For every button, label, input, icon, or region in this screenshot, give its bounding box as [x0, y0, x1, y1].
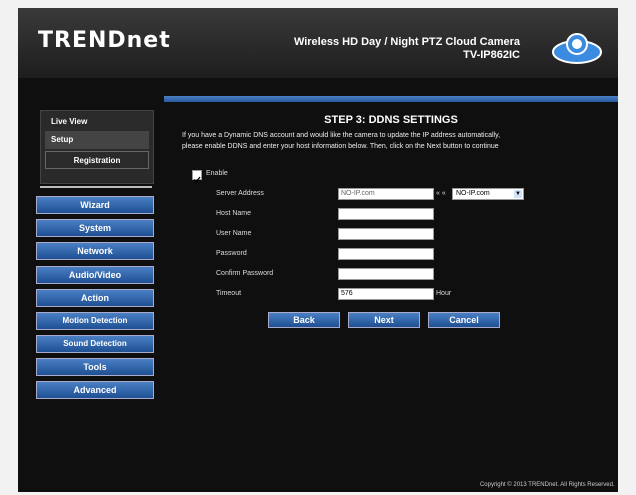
header-title-line1: Wireless HD Day / Night PTZ Cloud Camera	[293, 36, 520, 48]
host-name-input[interactable]	[338, 208, 434, 220]
nav-action[interactable]: Action	[36, 289, 154, 307]
cancel-button[interactable]: Cancel	[428, 312, 500, 328]
ddns-provider-select[interactable]: NO-IP.com ▼	[452, 188, 524, 200]
page-header-title: Wireless HD Day / Night PTZ Cloud Camera…	[294, 36, 520, 62]
confirm-password-input[interactable]	[338, 268, 434, 280]
footer-copyright: Copyright © 2013 TRENDnet. All Rights Re…	[18, 478, 618, 492]
nav-motion-detection[interactable]: Motion Detection	[36, 312, 154, 330]
nav-sound-detection[interactable]: Sound Detection	[36, 335, 154, 353]
password-label: Password	[216, 250, 247, 257]
nav-top-panel: Live View Setup Registration	[40, 110, 154, 184]
nav-registration-label: Registration	[73, 156, 121, 165]
nav-live-view[interactable]: Live View	[45, 113, 149, 131]
nav-network[interactable]: Network	[36, 242, 154, 260]
intro-line2: please enable DDNS and enter your host i…	[182, 143, 499, 150]
nav-advanced[interactable]: Advanced	[36, 381, 154, 399]
confirm-password-label: Confirm Password	[216, 270, 274, 277]
brand-logo: TRENDnet	[38, 28, 171, 53]
next-button[interactable]: Next	[348, 312, 420, 328]
timeout-label: Timeout	[216, 290, 242, 297]
footer-text: Copyright © 2013 TRENDnet. All Rights Re…	[479, 482, 615, 488]
nav-setup-label: Setup	[51, 135, 74, 144]
timeout-input[interactable]: 576	[338, 288, 434, 300]
enable-label: Enable	[206, 170, 228, 177]
nav-live-view-label: Live View	[51, 117, 88, 126]
nav-tools[interactable]: Tools	[36, 358, 154, 376]
host-name-label: Host Name	[216, 210, 252, 217]
app-frame: TRENDnet Wireless HD Day / Night PTZ Clo…	[18, 8, 618, 492]
arrow-separator: « «	[436, 190, 446, 197]
nav-divider	[40, 186, 152, 188]
header: TRENDnet Wireless HD Day / Night PTZ Clo…	[18, 8, 618, 78]
content-top-bar	[164, 96, 618, 102]
header-title-line2: TV-IP862IC	[463, 49, 520, 61]
nav-system[interactable]: System	[36, 219, 154, 237]
enable-checkbox[interactable]	[192, 170, 202, 184]
intro-line1: If you have a Dynamic DNS account and wo…	[182, 132, 501, 139]
user-name-input[interactable]	[338, 228, 434, 240]
cloud-icon	[552, 33, 602, 64]
page-title: STEP 3: DDNS SETTINGS	[324, 114, 458, 126]
nav-wizard[interactable]: Wizard	[36, 196, 154, 214]
back-button[interactable]: Back	[268, 312, 340, 328]
nav-registration[interactable]: Registration	[45, 151, 149, 169]
content-panel: STEP 3: DDNS SETTINGS If you have a Dyna…	[164, 104, 618, 404]
timeout-unit: Hour	[436, 290, 452, 297]
nav-setup[interactable]: Setup	[45, 131, 149, 149]
chevron-down-icon: ▼	[514, 190, 522, 198]
user-name-label: User Name	[216, 230, 252, 237]
intro-text: If you have a Dynamic DNS account and wo…	[182, 130, 612, 152]
server-address-label: Server Address	[216, 190, 264, 197]
nav-audio-video[interactable]: Audio/Video	[36, 266, 154, 284]
password-input[interactable]	[338, 248, 434, 260]
server-address-input[interactable]: NO-IP.com	[338, 188, 434, 200]
checkmark-icon	[193, 176, 201, 184]
ddns-provider-value: NO-IP.com	[456, 190, 490, 197]
